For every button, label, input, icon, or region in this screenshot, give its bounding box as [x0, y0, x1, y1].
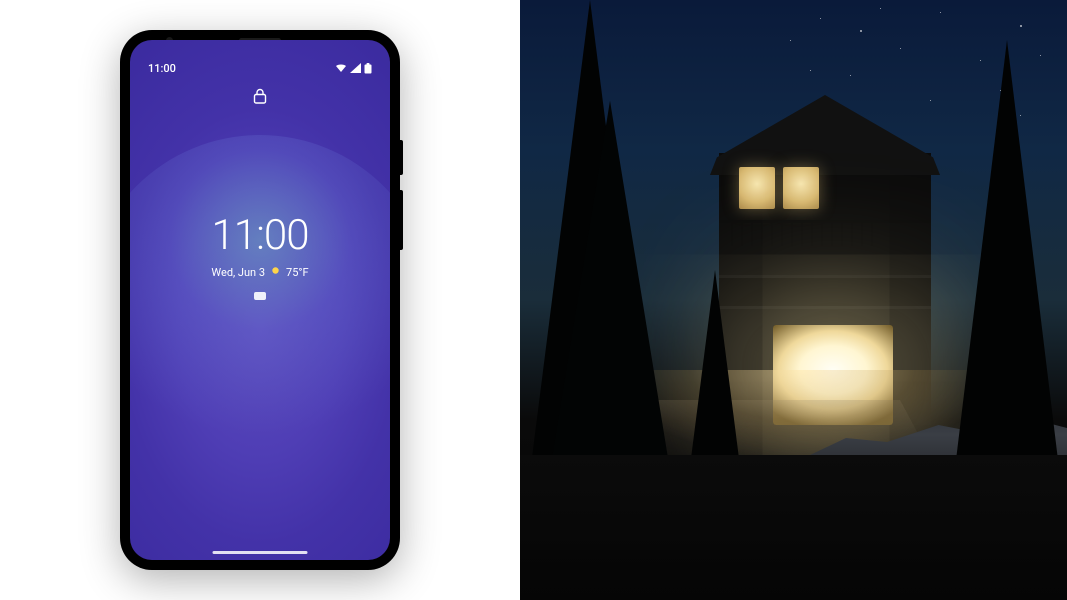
lock-indicator-row — [130, 88, 390, 104]
phone-volume-button — [400, 190, 403, 250]
phone-showcase-panel: 11:00 11:00 Wed, Jun 3 — [0, 0, 520, 600]
notification-email-icon[interactable] — [254, 292, 266, 300]
status-bar: 11:00 — [130, 58, 390, 78]
phone-power-button — [400, 140, 403, 175]
lock-screen-temperature: 75°F — [286, 266, 309, 279]
phone-device-frame: 11:00 11:00 Wed, Jun 3 — [120, 30, 400, 570]
battery-icon — [364, 63, 372, 74]
wallpaper-orb — [130, 135, 390, 485]
lock-screen-clock: 11:00 — [130, 215, 390, 257]
status-indicators — [335, 63, 372, 74]
dark-foreground — [520, 455, 1067, 600]
lock-screen-date-row: Wed, Jun 3 75°F — [211, 265, 308, 279]
cellular-icon — [350, 63, 361, 73]
house-silhouette — [715, 95, 935, 425]
wifi-icon — [335, 63, 347, 73]
night-house-photo — [520, 0, 1067, 600]
gesture-nav-bar[interactable] — [213, 551, 308, 554]
clock-block: 11:00 Wed, Jun 3 75°F — [130, 215, 390, 280]
upper-lit-windows — [739, 167, 819, 209]
weather-sun-icon — [270, 265, 281, 279]
lock-icon — [253, 88, 267, 104]
notification-shelf[interactable] — [130, 292, 390, 300]
lock-screen-date: Wed, Jun 3 — [211, 266, 265, 279]
status-time: 11:00 — [148, 62, 176, 75]
balcony-railing — [719, 220, 931, 246]
lock-screen[interactable]: 11:00 11:00 Wed, Jun 3 — [130, 40, 390, 560]
